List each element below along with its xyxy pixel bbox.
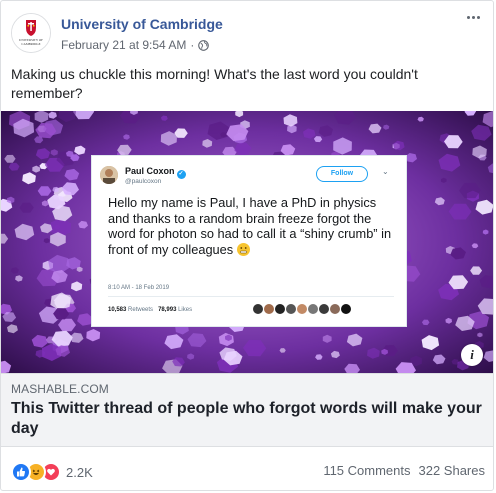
reactions-summary[interactable]: 2.2K	[11, 462, 93, 482]
info-icon[interactable]: i	[461, 344, 483, 366]
engagement-stats: 115 Comments 322 Shares	[323, 463, 485, 478]
comments-count-link[interactable]: 115 Comments	[323, 463, 410, 478]
tweet-follow-button: Follow	[316, 166, 368, 182]
embedded-tweet: Paul Coxon ✓ @paulcoxon Follow ⌄ Hello my…	[91, 155, 407, 327]
post-card: UNIVERSITY OF CAMBRIDGE University of Ca…	[0, 0, 494, 491]
link-preview-image[interactable]: Paul Coxon ✓ @paulcoxon Follow ⌄ Hello my…	[1, 111, 493, 373]
link-headline[interactable]: This Twitter thread of people who forgot…	[11, 399, 487, 439]
post-meta: February 21 at 9:54 AM ·	[61, 38, 210, 52]
tweet-timestamp: 8:10 AM - 18 Feb 2019	[108, 285, 170, 291]
shares-count-link[interactable]: 322 Shares	[419, 463, 486, 478]
grimacing-emoji-icon	[236, 242, 250, 256]
tweet-author-handle: @paulcoxon	[125, 178, 162, 185]
tweet-likers-avatars	[253, 304, 351, 314]
post-footer: 2.2K 115 Comments 322 Shares	[1, 447, 493, 490]
svg-text:CAMBRIDGE: CAMBRIDGE	[21, 42, 40, 46]
like-reaction-icon	[11, 462, 31, 482]
verified-badge-icon: ✓	[176, 170, 186, 179]
page-name-link[interactable]: University of Cambridge	[61, 16, 223, 32]
post-header: UNIVERSITY OF CAMBRIDGE University of Ca…	[1, 1, 493, 57]
tweet-stats: 10,583 Retweets 78,993 Likes	[108, 307, 193, 313]
link-domain: MASHABLE.COM	[11, 382, 109, 396]
page-avatar[interactable]: UNIVERSITY OF CAMBRIDGE	[11, 13, 51, 53]
chevron-down-icon: ⌄	[382, 167, 389, 176]
reaction-count[interactable]: 2.2K	[66, 465, 93, 480]
more-options-icon[interactable]	[463, 9, 483, 25]
post-timestamp[interactable]: February 21 at 9:54 AM	[61, 38, 186, 52]
post-message: Making us chuckle this morning! What's t…	[11, 66, 418, 101]
meta-separator: ·	[190, 38, 195, 52]
globe-icon[interactable]	[198, 39, 210, 51]
cambridge-crest-logo: UNIVERSITY OF CAMBRIDGE	[12, 14, 50, 52]
tweet-author-avatar	[100, 166, 118, 184]
tweet-divider	[108, 296, 394, 297]
tweet-text: Hello my name is Paul, I have a PhD in p…	[108, 195, 392, 257]
link-preview-caption[interactable]: MASHABLE.COM This Twitter thread of peop…	[1, 373, 493, 447]
